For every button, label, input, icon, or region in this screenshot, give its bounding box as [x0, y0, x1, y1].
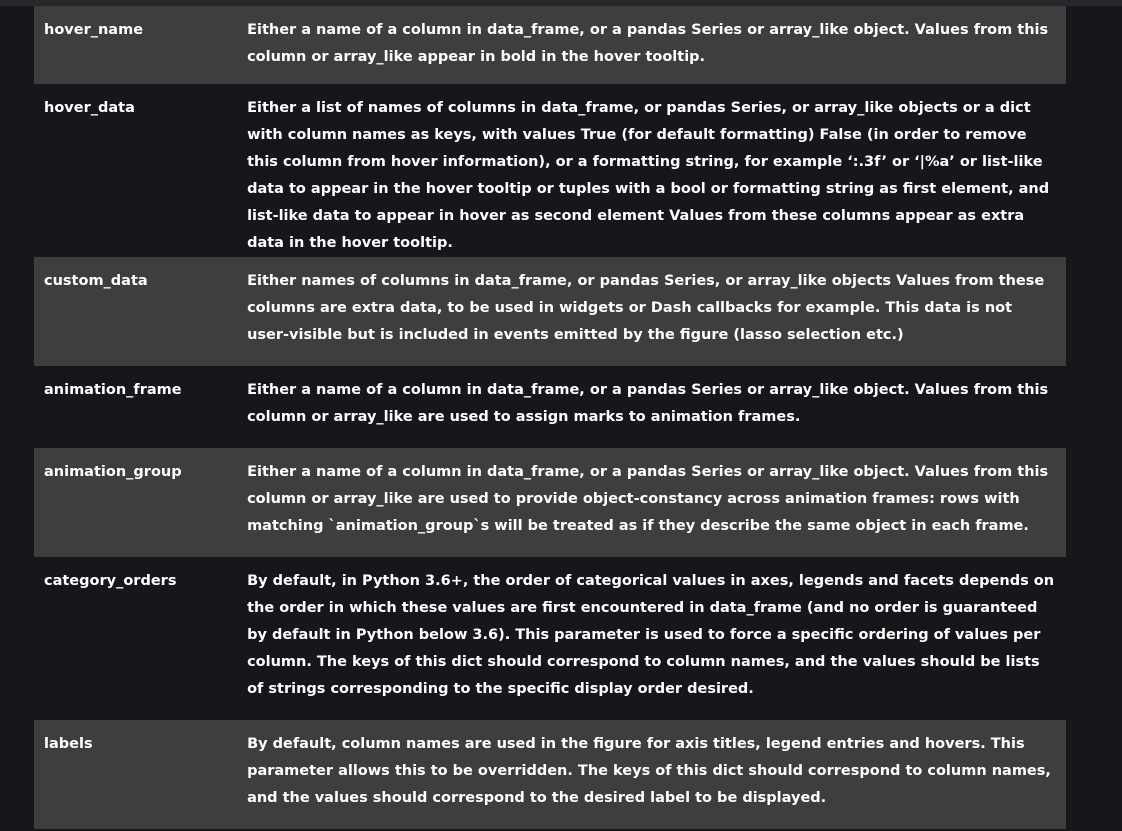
param-name: hover_name	[44, 22, 144, 38]
table-row: hover_name Either a name of a column in …	[34, 6, 1066, 84]
table-row: hover_data Either a list of names of col…	[34, 84, 1066, 257]
table-row: animation_frame Either a name of a colum…	[34, 366, 1066, 448]
param-description: Either a name of a column in data_frame,…	[247, 464, 1049, 534]
param-name: hover_data	[44, 100, 135, 116]
param-description: Either a name of a column in data_frame,…	[247, 22, 1049, 65]
param-description: By default, in Python 3.6+, the order of…	[247, 573, 1055, 697]
param-name: custom_data	[44, 273, 148, 289]
table-row: category_orders By default, in Python 3.…	[34, 557, 1066, 720]
param-description: Either a list of names of columns in dat…	[247, 100, 1050, 251]
table-row: custom_data Either names of columns in d…	[34, 257, 1066, 366]
parameters-table: hover_name Either a name of a column in …	[34, 6, 1066, 829]
param-name: category_orders	[44, 573, 177, 589]
param-name: labels	[44, 736, 93, 752]
param-name: animation_group	[44, 464, 182, 480]
param-description: Either a name of a column in data_frame,…	[247, 382, 1049, 425]
param-description: Either names of columns in data_frame, o…	[247, 273, 1045, 343]
table-row: animation_group Either a name of a colum…	[34, 448, 1066, 557]
param-name: animation_frame	[44, 382, 182, 398]
param-description: By default, column names are used in the…	[247, 736, 1051, 806]
table-row: labels By default, column names are used…	[34, 720, 1066, 829]
